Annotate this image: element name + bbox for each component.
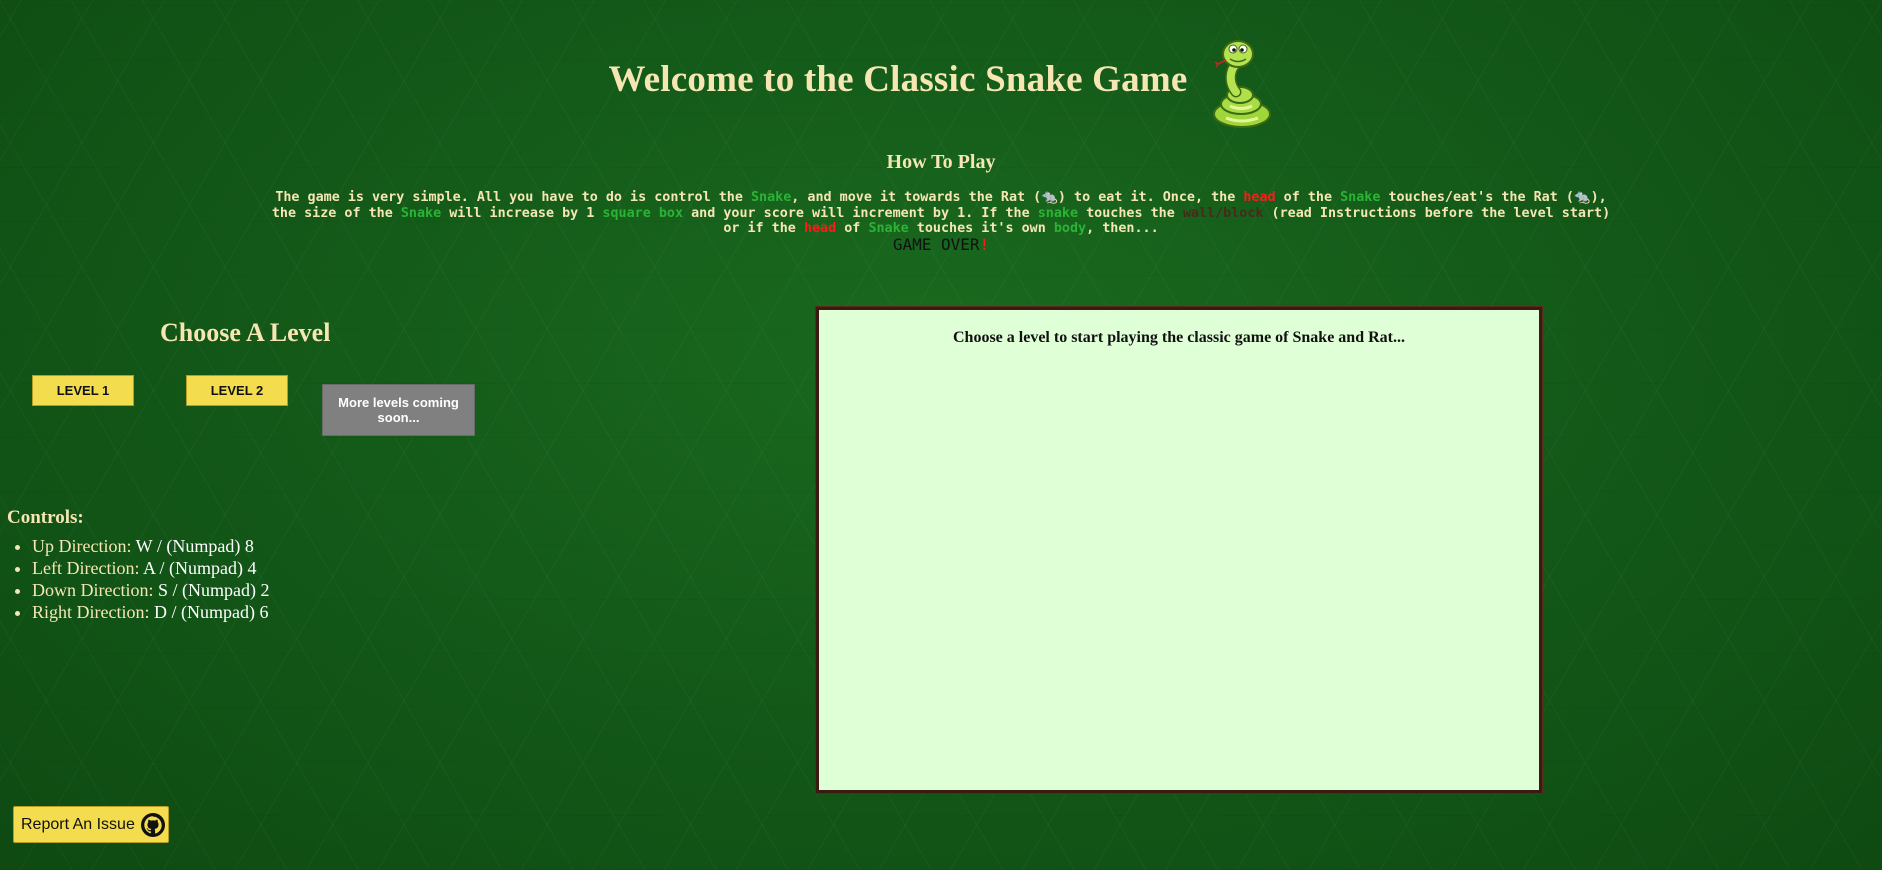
report-issue-label: Report An Issue xyxy=(21,815,135,833)
keyword-snake: Snake xyxy=(868,221,909,237)
controls-title: Controls: xyxy=(7,507,84,528)
keyword-snake: snake xyxy=(1037,205,1079,221)
controls-list: Up Direction: W / (Numpad) 8 Left Direct… xyxy=(7,535,269,623)
keyword-body: body xyxy=(1053,221,1087,237)
game-over-text: GAME OVER! xyxy=(892,235,990,254)
page-title: Welcome to the Classic Snake Game xyxy=(608,58,1188,100)
control-item-down: Down Direction: S / (Numpad) 2 xyxy=(32,579,269,601)
keyword-head: head xyxy=(1243,190,1276,205)
keyword-snake: Snake xyxy=(400,205,442,221)
more-levels-button: More levels coming soon... xyxy=(322,384,475,436)
game-board[interactable]: Choose a level to start playing the clas… xyxy=(816,307,1542,793)
github-icon xyxy=(140,812,165,837)
how-to-play-title: How To Play xyxy=(886,151,996,173)
cartoon-snake-icon xyxy=(1212,40,1271,128)
choose-level-title: Choose A Level xyxy=(160,318,331,347)
board-message: Choose a level to start playing the clas… xyxy=(953,329,1405,346)
control-item-right: Right Direction: D / (Numpad) 6 xyxy=(32,601,269,623)
keyword-square-box: square box xyxy=(602,205,684,221)
keyword-snake: Snake xyxy=(1340,190,1381,205)
level-2-button[interactable]: LEVEL 2 xyxy=(186,375,288,406)
page-header: Welcome to the Classic Snake Game xyxy=(0,28,1882,130)
level-1-button[interactable]: LEVEL 1 xyxy=(32,375,134,406)
controls-section: Controls: Up Direction: W / (Numpad) 8 L… xyxy=(7,507,269,623)
report-issue-button[interactable]: Report An Issue xyxy=(13,806,169,843)
control-item-up: Up Direction: W / (Numpad) 8 xyxy=(32,535,269,557)
rat-icon: 🐀 xyxy=(1573,190,1591,205)
control-item-left: Left Direction: A / (Numpad) 4 xyxy=(32,557,269,579)
how-to-play-text: The game is very simple. All you have to… xyxy=(271,190,1611,237)
keyword-head: head xyxy=(803,221,837,237)
rat-icon: 🐀 xyxy=(1041,190,1058,205)
keyword-snake: Snake xyxy=(750,190,792,205)
keyword-wall-block: wall/block xyxy=(1182,205,1264,221)
